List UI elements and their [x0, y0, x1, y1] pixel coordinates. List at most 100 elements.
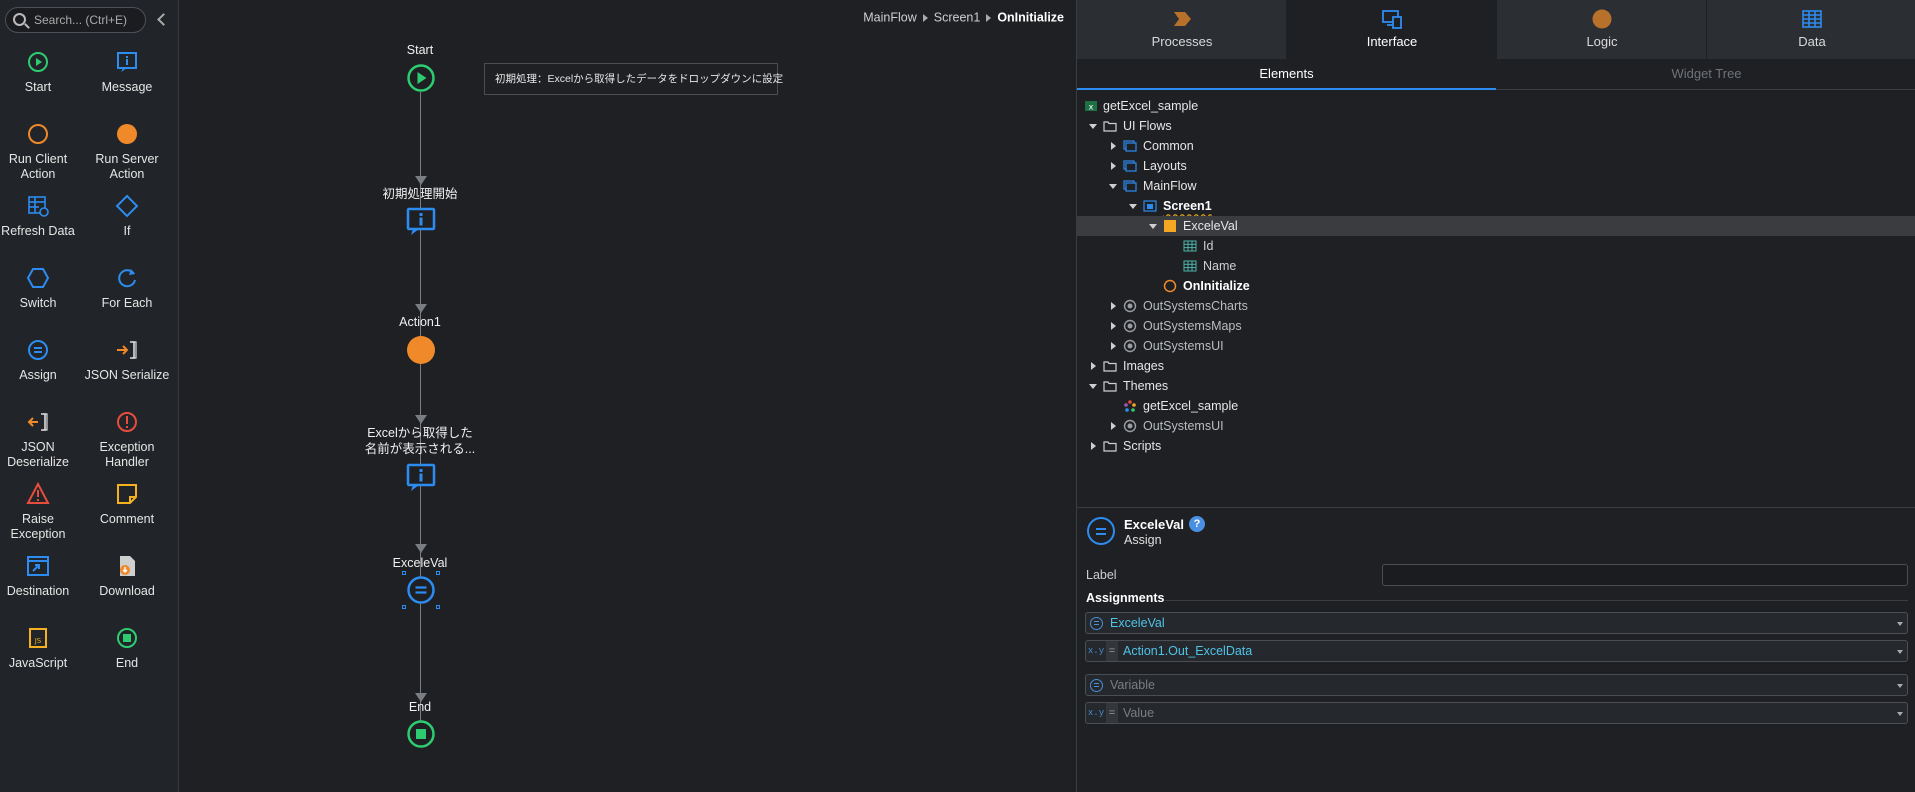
tree-item-mainflow[interactable]: MainFlow: [1077, 176, 1915, 196]
flow-comment[interactable]: 初期処理：Excelから取得したデータをドロップダウンに設定: [484, 63, 783, 95]
tab-widget-tree[interactable]: Widget Tree: [1497, 60, 1915, 90]
tool-javascript[interactable]: JS JavaScript: [0, 626, 82, 692]
chevron-down-icon[interactable]: [1897, 684, 1903, 688]
assignment-variable-field[interactable]: ExceleVal: [1085, 612, 1908, 634]
tool-run-server-action[interactable]: Run Server Action: [83, 122, 171, 188]
tool-label: JSON Serialize: [84, 368, 170, 382]
node-label-end: End: [408, 700, 432, 714]
tree-item-layouts[interactable]: Layouts: [1077, 156, 1915, 176]
tree-item-id[interactable]: Id: [1077, 236, 1915, 256]
new-value-field[interactable]: x.y = Value: [1085, 702, 1908, 724]
chevron-down-icon[interactable]: [1897, 650, 1903, 654]
message-node[interactable]: [406, 207, 436, 237]
tool-end[interactable]: End: [83, 626, 171, 692]
flow-canvas[interactable]: MainFlow Screen1 OnInitialize 初期処理：Excelから…: [180, 0, 1076, 792]
ui-flow-icon: [1123, 180, 1137, 192]
tool-switch[interactable]: Switch: [0, 266, 82, 332]
chevron-down-icon[interactable]: [1107, 176, 1119, 196]
chevron-down-icon[interactable]: [1897, 712, 1903, 716]
tree-item-app[interactable]: x getExcel_sample: [1077, 96, 1915, 116]
tool-download[interactable]: Download: [83, 554, 171, 620]
chevron-right-icon[interactable]: [1087, 356, 1099, 376]
breadcrumb-item-screen1[interactable]: Screen1: [934, 11, 981, 25]
tab-logic[interactable]: Logic: [1497, 0, 1707, 59]
chevron-right-icon[interactable]: [1107, 156, 1119, 176]
tree-item-common[interactable]: Common: [1077, 136, 1915, 156]
chevron-right-icon[interactable]: [1107, 316, 1119, 336]
node-label-message-1: 初期処理開始: [382, 187, 458, 201]
tree-item-name[interactable]: Name: [1077, 256, 1915, 276]
tree-item-oninitialize[interactable]: OnInitialize: [1077, 276, 1915, 296]
search-input[interactable]: [34, 11, 142, 29]
tree-item-images[interactable]: Images: [1077, 356, 1915, 376]
server-action-node[interactable]: [406, 335, 436, 365]
new-variable-field[interactable]: Variable: [1085, 674, 1908, 696]
breadcrumb-item-mainflow[interactable]: MainFlow: [863, 11, 917, 25]
selection-handle[interactable]: [436, 571, 440, 575]
data-icon: [1802, 10, 1822, 28]
selection-handle[interactable]: [402, 571, 406, 575]
chevron-right-icon[interactable]: [1107, 136, 1119, 156]
selection-handle[interactable]: [436, 605, 440, 609]
chevron-down-icon[interactable]: [1087, 116, 1099, 136]
tool-json-serialize[interactable]: JSON Serialize: [83, 338, 171, 404]
chevron-right-icon[interactable]: [1107, 296, 1119, 316]
tree-item-scripts[interactable]: Scripts: [1077, 436, 1915, 456]
tool-start[interactable]: Start: [0, 50, 82, 116]
tree-item-outsystemsui-theme[interactable]: OutSystemsUI: [1077, 416, 1915, 436]
tree-item-outsystemsui[interactable]: OutSystemsUI: [1077, 336, 1915, 356]
assign-node[interactable]: [406, 575, 436, 605]
label-input[interactable]: [1382, 564, 1908, 586]
tool-refresh-data[interactable]: Refresh Data: [0, 194, 82, 260]
search-icon: [13, 13, 26, 26]
chevron-down-icon[interactable]: [1147, 216, 1159, 236]
tree-item-theme[interactable]: getExcel_sample: [1077, 396, 1915, 416]
collapse-toolbox-button[interactable]: [152, 10, 172, 30]
tool-for-each[interactable]: For Each: [83, 266, 171, 332]
tab-interface[interactable]: Interface: [1287, 0, 1497, 59]
tool-raise-exception[interactable]: Raise Exception: [0, 482, 82, 548]
chevron-down-icon[interactable]: [1897, 622, 1903, 626]
tree-item-excelval[interactable]: ExceleVal: [1077, 216, 1915, 236]
chevron-right-icon[interactable]: [1087, 436, 1099, 456]
toolbox-search[interactable]: [5, 7, 146, 33]
tool-label: Run Client Action: [8, 152, 68, 181]
main-tabs: Processes Interface Logic Data: [1077, 0, 1915, 59]
tab-data[interactable]: Data: [1707, 0, 1915, 59]
tool-comment[interactable]: Comment: [83, 482, 171, 548]
attribute-icon: [1183, 260, 1197, 272]
chevron-right-icon[interactable]: [1107, 336, 1119, 356]
tool-destination[interactable]: Destination: [0, 554, 82, 620]
tool-json-deserialize[interactable]: JSON Deserialize: [0, 410, 82, 476]
tab-processes[interactable]: Processes: [1077, 0, 1287, 59]
tool-exception-handler[interactable]: Exception Handler: [83, 410, 171, 476]
start-node[interactable]: [406, 63, 436, 93]
toolbox: Start Message Run Client Action Run Serv…: [0, 0, 179, 792]
arrow-down-icon: [415, 544, 427, 553]
message-node[interactable]: [406, 463, 436, 493]
tree-item-label: OnInitialize: [1183, 279, 1250, 293]
assignment-value-field[interactable]: x.y = Action1.Out_ExcelData: [1085, 640, 1908, 662]
selection-handle[interactable]: [402, 605, 406, 609]
chevron-down-icon[interactable]: [1087, 376, 1099, 396]
end-node[interactable]: [406, 719, 436, 749]
equals-icon: =: [1106, 641, 1118, 661]
node-label-start: Start: [406, 43, 434, 57]
attribute-icon: [1183, 240, 1197, 252]
tool-assign[interactable]: Assign: [0, 338, 82, 404]
tree-item-outsystemscharts[interactable]: OutSystemsCharts: [1077, 296, 1915, 316]
download-icon: [120, 556, 135, 576]
chevron-right-icon[interactable]: [1107, 416, 1119, 436]
help-icon[interactable]: ?: [1189, 516, 1205, 532]
tool-if[interactable]: If: [83, 194, 171, 260]
tool-run-client-action[interactable]: Run Client Action: [0, 122, 82, 188]
tree-item-ui-flows[interactable]: UI Flows: [1077, 116, 1915, 136]
tab-elements[interactable]: Elements: [1077, 60, 1496, 90]
tree-item-outsystemsmaps[interactable]: OutSystemsMaps: [1077, 316, 1915, 336]
tab-label: Processes: [1151, 34, 1213, 49]
tool-message[interactable]: Message: [83, 50, 171, 116]
tree-item-screen1[interactable]: Screen1: [1077, 196, 1915, 216]
expression-icon: x.y: [1087, 708, 1105, 718]
tree-item-themes[interactable]: Themes: [1077, 376, 1915, 396]
chevron-down-icon[interactable]: [1127, 196, 1139, 216]
